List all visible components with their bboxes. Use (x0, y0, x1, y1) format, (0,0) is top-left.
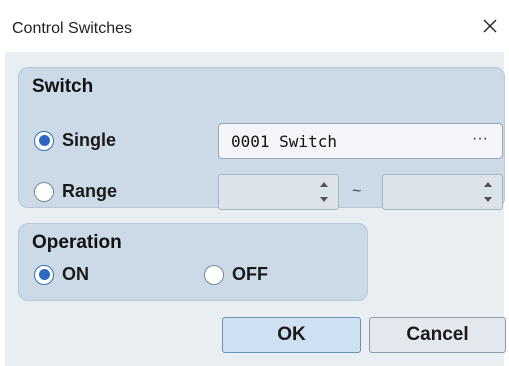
control-switches-dialog: Control Switches Switch Single 0001 Swit… (0, 0, 509, 366)
spin-up-icon[interactable] (319, 180, 329, 188)
range-radio[interactable] (34, 181, 54, 202)
radio-selected-dot (38, 135, 50, 146)
operation-group-title: Operation (32, 232, 122, 253)
range-separator: ~ (352, 183, 362, 200)
range-radio-option[interactable]: Range (34, 181, 117, 202)
switch-select-button[interactable]: 0001 Switch ··· (218, 123, 503, 159)
spinner-arrows (482, 180, 494, 204)
range-start-spinner[interactable] (218, 174, 339, 210)
single-radio[interactable] (34, 130, 54, 151)
title-bar: Control Switches (0, 0, 509, 52)
spin-down-icon[interactable] (483, 196, 493, 204)
switch-group: Switch Single 0001 Switch ··· Range ~ (18, 67, 505, 210)
on-radio[interactable] (34, 264, 54, 285)
close-icon (483, 19, 497, 33)
cancel-button[interactable]: Cancel (369, 317, 506, 353)
spin-up-icon[interactable] (483, 180, 493, 188)
dialog-content: Switch Single 0001 Switch ··· Range ~ Op… (5, 52, 506, 366)
ok-button[interactable]: OK (222, 317, 361, 353)
spin-down-icon[interactable] (319, 196, 329, 204)
off-radio[interactable] (204, 264, 224, 285)
range-end-spinner[interactable] (382, 174, 503, 210)
on-radio-option[interactable]: ON (34, 264, 89, 285)
single-radio-option[interactable]: Single (34, 130, 116, 151)
on-radio-label: ON (62, 264, 89, 284)
range-radio-label: Range (62, 181, 118, 201)
switch-value: 0001 Switch (231, 132, 337, 151)
single-radio-label: Single (62, 130, 117, 150)
radio-selected-dot (38, 269, 50, 280)
spinner-arrows (318, 180, 330, 204)
close-button[interactable] (476, 12, 504, 40)
window-title: Control Switches (12, 20, 133, 37)
switch-group-title: Switch (32, 76, 94, 97)
operation-group: Operation ON OFF (18, 223, 368, 301)
ellipsis-icon: ··· (472, 130, 488, 147)
off-radio-option[interactable]: OFF (204, 264, 268, 285)
off-radio-label: OFF (232, 264, 268, 284)
